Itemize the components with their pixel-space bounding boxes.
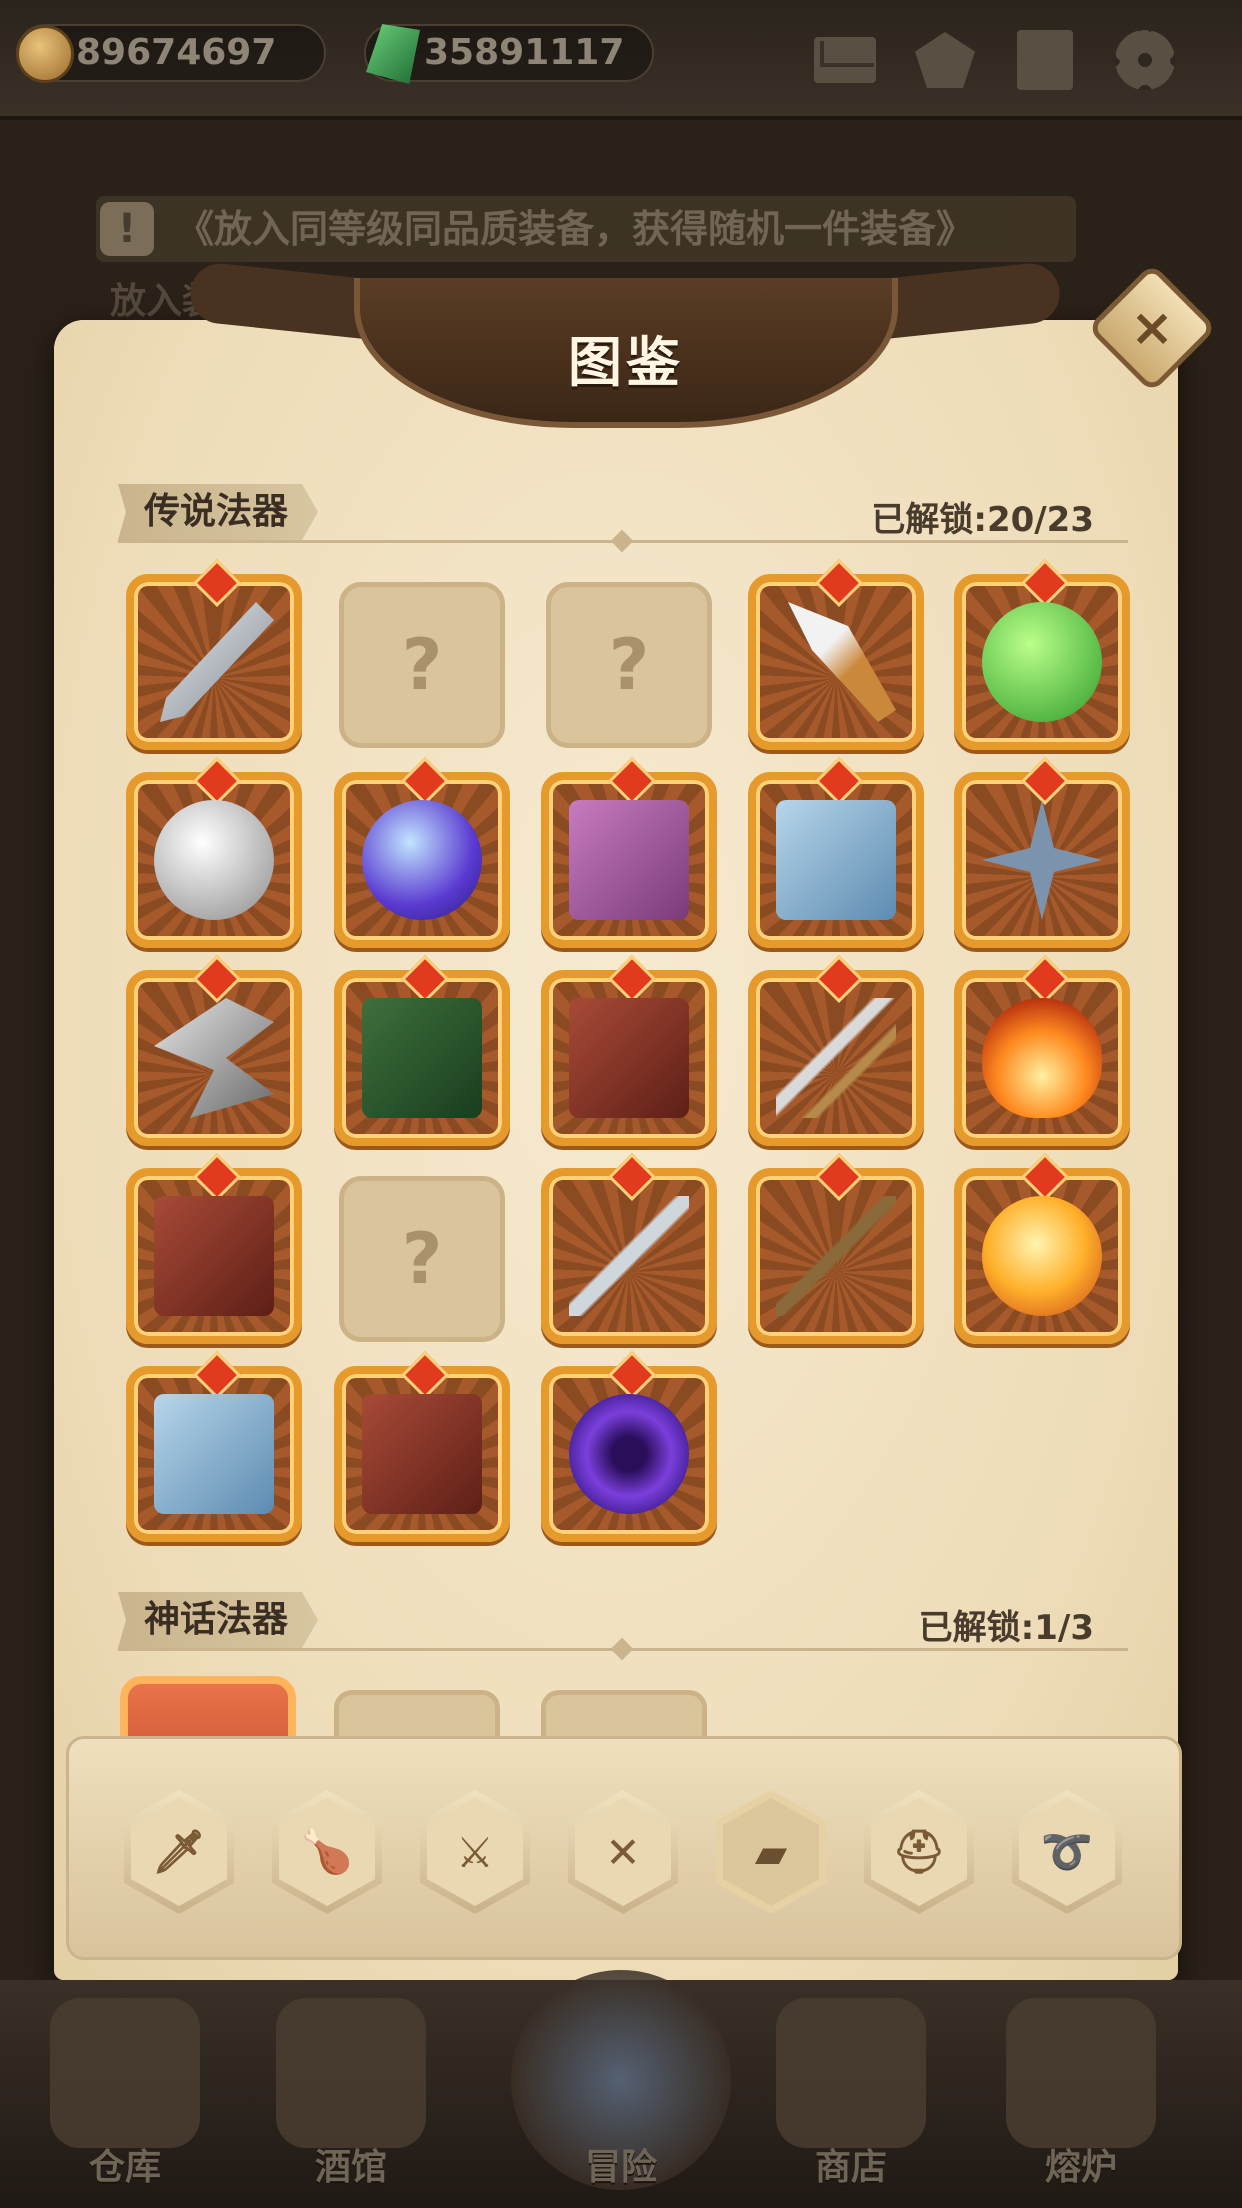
item-tile-arrows[interactable] — [748, 970, 924, 1146]
mail-button[interactable] — [812, 28, 878, 92]
item-tile-spears[interactable] — [748, 1168, 924, 1344]
nav-label: 酒馆 — [314, 2147, 387, 2188]
nav-label: 仓库 — [88, 2147, 161, 2188]
green-slime-icon — [982, 602, 1102, 722]
helmet-icon: ⛑ — [871, 1798, 967, 1906]
gold-counter: 89674697 — [16, 24, 326, 83]
crossed-icon: ✕ — [575, 1798, 671, 1906]
shuriken-icon — [982, 800, 1102, 920]
nav-item-warehouse[interactable]: 仓库 — [20, 1990, 230, 2200]
item-tile-knife[interactable] — [748, 574, 924, 750]
blade-icon: ⚔ — [427, 1798, 523, 1906]
nav-item-tavern[interactable]: 酒馆 — [246, 1990, 456, 2200]
item-tile-green-book[interactable] — [334, 970, 510, 1146]
blue-book-icon — [154, 1394, 274, 1514]
gem-value: 35891117 — [424, 32, 625, 73]
item-tile-sun-orb[interactable] — [954, 1168, 1130, 1344]
favorites-button[interactable] — [912, 28, 978, 92]
question-mark-icon: ? — [401, 624, 443, 706]
furnace-icon — [1006, 1998, 1156, 2148]
legendary-unlock-count: 已解锁:20/23 — [871, 500, 1094, 540]
nav-item-furnace[interactable]: 熔炉 — [976, 1990, 1186, 2200]
red-book-icon — [362, 1394, 482, 1514]
coin-icon — [16, 25, 74, 83]
item-tile-blue-book[interactable] — [126, 1366, 302, 1542]
question-mark-icon: ? — [401, 1218, 443, 1300]
silver-orb-icon — [154, 800, 274, 920]
locked-item-tile[interactable]: ? — [546, 582, 712, 748]
warning-icon: ! — [100, 202, 154, 256]
item-tile-kunai[interactable] — [126, 574, 302, 750]
item-tile-dagger[interactable] — [541, 1168, 717, 1344]
settings-button[interactable] — [1112, 28, 1178, 92]
red-book-icon — [154, 1196, 274, 1316]
item-tile-pink-book[interactable] — [541, 772, 717, 948]
background-hint-text: 《放入同等级同品质装备，获得随机一件装备》 — [176, 207, 975, 251]
close-icon[interactable]: × — [1106, 282, 1198, 374]
spears-icon — [776, 1196, 896, 1316]
warehouse-icon — [50, 1998, 200, 2148]
gear-icon — [1115, 30, 1175, 90]
nav-item-shop[interactable]: 商店 — [746, 1990, 956, 2200]
green-book-icon — [362, 998, 482, 1118]
pink-book-icon — [569, 800, 689, 920]
mythic-unlock-count: 已解锁:1/3 — [918, 1608, 1094, 1648]
book-icon: ▰ — [723, 1798, 819, 1906]
fireball-icon — [982, 998, 1102, 1118]
locked-item-tile[interactable]: ? — [339, 1176, 505, 1342]
blue-book-icon — [776, 800, 896, 920]
tavern-icon — [276, 1998, 426, 2148]
gem-counter: 35891117 — [364, 24, 654, 84]
book-icon — [1017, 30, 1073, 90]
item-tile-red-book[interactable] — [541, 970, 717, 1146]
top-bar: 89674697 35891117 — [0, 0, 1242, 120]
arrows-icon — [776, 998, 896, 1118]
knife-icon — [788, 602, 896, 722]
locked-item-tile[interactable]: ? — [339, 582, 505, 748]
sun-orb-icon — [982, 1196, 1102, 1316]
mythic-section-tag: 神话法器 — [118, 1592, 319, 1648]
void-orb-icon — [569, 1394, 689, 1514]
nav-label: 熔炉 — [1044, 2147, 1117, 2188]
item-tile-green-slime[interactable] — [954, 574, 1130, 750]
gem-icon — [366, 24, 420, 84]
item-tile-purple-planet[interactable] — [334, 772, 510, 948]
red-book-icon — [569, 998, 689, 1118]
shop-icon — [776, 1998, 926, 2148]
item-tile-hook-blade[interactable] — [126, 970, 302, 1146]
codex-button[interactable] — [1012, 28, 1078, 92]
purple-planet-icon — [362, 800, 482, 920]
background-hint: ! 《放入同等级同品质装备，获得随机一件装备》 — [96, 196, 1076, 262]
mail-icon — [814, 37, 876, 83]
nav-label: 商店 — [814, 2147, 887, 2188]
gold-value: 89674697 — [76, 32, 277, 73]
kunai-icon — [160, 602, 274, 722]
star-badge-icon — [915, 32, 975, 88]
item-tile-red-book[interactable] — [334, 1366, 510, 1542]
item-tile-shuriken[interactable] — [954, 772, 1130, 948]
dialog-title: 图鉴 — [568, 331, 684, 394]
nav-item-adventure[interactable]: 冒险 — [511, 1970, 731, 2200]
nav-label: 冒险 — [584, 2147, 657, 2188]
necklace-icon: ➰ — [1019, 1798, 1115, 1906]
item-tile-void-orb[interactable] — [541, 1366, 717, 1542]
sword-icon: 🗡 — [131, 1798, 227, 1906]
item-tile-blue-book[interactable] — [748, 772, 924, 948]
hook-blade-icon — [154, 998, 274, 1118]
item-tile-fireball[interactable] — [954, 970, 1130, 1146]
item-tile-silver-orb[interactable] — [126, 772, 302, 948]
legendary-section-tag: 传说法器 — [118, 484, 319, 540]
item-tile-red-book[interactable] — [126, 1168, 302, 1344]
dagger-icon — [569, 1196, 689, 1316]
drumstick-icon: 🍗 — [279, 1798, 375, 1906]
question-mark-icon: ? — [608, 624, 650, 706]
